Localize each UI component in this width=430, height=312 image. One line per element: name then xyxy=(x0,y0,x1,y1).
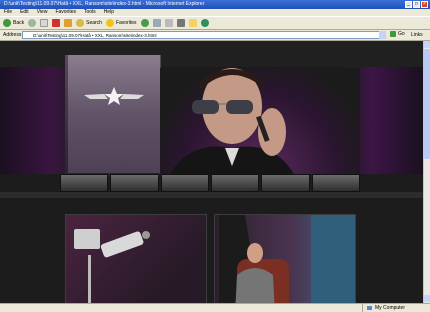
back-button[interactable]: Back xyxy=(3,18,24,29)
go-button[interactable]: Go xyxy=(390,31,405,37)
nav-button-2[interactable] xyxy=(110,174,159,192)
nav-button-3[interactable] xyxy=(160,174,209,192)
go-label: Go xyxy=(398,31,405,37)
stop-button[interactable] xyxy=(40,18,49,29)
nav-button-4[interactable] xyxy=(210,174,260,192)
nav-underline xyxy=(0,192,423,198)
back-label: Back xyxy=(13,20,25,26)
scroll-thumb[interactable] xyxy=(424,49,430,159)
edit-icon xyxy=(176,19,185,27)
logo-panel-glow xyxy=(68,55,160,173)
search-button[interactable]: Search xyxy=(76,18,102,29)
menu-view[interactable]: View xyxy=(37,9,48,16)
address-dropdown-button[interactable] xyxy=(379,31,386,39)
messenger-icon xyxy=(200,19,209,27)
nav-button-6[interactable] xyxy=(311,174,360,192)
favorites-label: Favorites xyxy=(115,20,137,26)
nav-button-5[interactable] xyxy=(261,174,310,192)
title-bar: D:\unit\Testing\11.09.07\Hatâ • XXL, Ran… xyxy=(0,0,430,9)
star-icon xyxy=(105,19,114,27)
refresh-button[interactable] xyxy=(52,18,61,29)
businessman-in-chair-image xyxy=(219,215,355,303)
edit-button[interactable] xyxy=(176,18,185,29)
status-bar: My Computer xyxy=(0,303,430,312)
minimize-button[interactable]: _ xyxy=(405,1,412,8)
scroll-down-button[interactable] xyxy=(424,295,430,302)
nav-button-1[interactable] xyxy=(60,174,109,192)
feature-image-businessman[interactable] xyxy=(214,214,356,303)
menu-edit[interactable]: Edit xyxy=(20,9,29,16)
security-zone: My Computer xyxy=(375,305,406,311)
vertical-scrollbar[interactable] xyxy=(423,41,430,303)
home-icon xyxy=(64,19,73,27)
folder-icon xyxy=(188,19,197,27)
refresh-icon xyxy=(52,19,61,27)
feature-image-cameras[interactable] xyxy=(65,214,207,303)
menu-bar: File Edit View Favorites Tools Help xyxy=(0,9,430,16)
folder-button[interactable] xyxy=(188,18,197,29)
window-title: D:\unit\Testing\11.09.07\Hatâ • XXL, Ran… xyxy=(4,1,205,7)
address-bar: Address D:\unit\Testing\11.09.07\Hatâ • … xyxy=(0,30,430,41)
status-divider xyxy=(362,304,363,312)
main-nav xyxy=(60,174,360,192)
print-icon xyxy=(164,19,173,27)
search-label: Search xyxy=(86,20,102,26)
messenger-button[interactable] xyxy=(200,18,209,29)
computer-icon xyxy=(367,306,372,310)
close-button[interactable]: × xyxy=(421,1,428,8)
maximize-button[interactable]: □ xyxy=(413,1,420,8)
stop-icon xyxy=(40,19,49,27)
favorites-button[interactable]: Favorites xyxy=(105,18,137,29)
links-button[interactable]: Links xyxy=(411,32,423,38)
print-button[interactable] xyxy=(164,18,173,29)
star-wings-logo xyxy=(84,87,144,105)
scroll-up-button[interactable] xyxy=(424,41,430,48)
history-button[interactable] xyxy=(140,18,149,29)
page-viewport xyxy=(0,41,423,303)
security-camera-image xyxy=(74,229,150,303)
top-strip xyxy=(0,41,423,67)
mail-icon xyxy=(152,19,161,27)
forward-arrow-icon xyxy=(28,19,37,27)
menu-favorites[interactable]: Favorites xyxy=(55,9,76,16)
forward-button[interactable] xyxy=(28,18,37,29)
home-button[interactable] xyxy=(64,18,73,29)
menu-tools[interactable]: Tools xyxy=(84,9,96,16)
address-input[interactable]: D:\unit\Testing\11.09.07\Hatâ • XXL, Ran… xyxy=(22,31,386,39)
address-label: Address xyxy=(3,32,22,38)
history-icon xyxy=(140,19,149,27)
mail-button[interactable] xyxy=(152,18,161,29)
menu-file[interactable]: File xyxy=(4,9,12,16)
back-arrow-icon xyxy=(3,19,11,27)
toolbar: Back Search Favorites xyxy=(0,16,430,30)
menu-help[interactable]: Help xyxy=(104,9,114,16)
man-with-sunglasses-image xyxy=(170,68,294,174)
search-icon xyxy=(76,19,85,27)
go-arrow-icon xyxy=(390,31,396,37)
